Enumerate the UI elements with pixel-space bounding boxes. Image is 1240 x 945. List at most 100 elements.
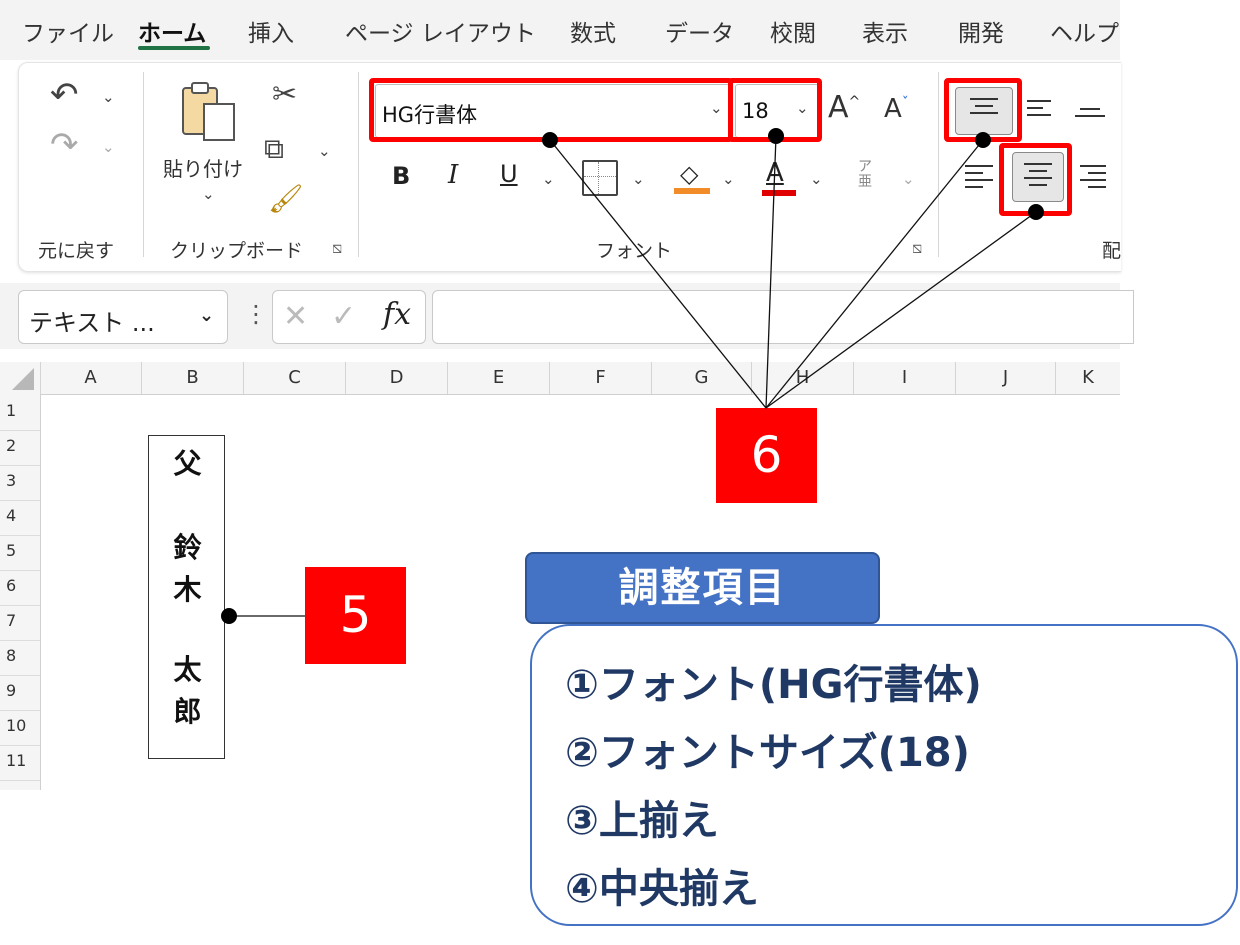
- paste-label[interactable]: 貼り付け: [163, 153, 243, 182]
- shrink-font-letter: A: [884, 94, 902, 124]
- fill-color-icon[interactable]: ◇: [674, 160, 710, 196]
- cut-icon[interactable]: ✂: [272, 80, 297, 110]
- callout-badge-5: 5: [305, 567, 406, 664]
- insert-function-button[interactable]: fx: [383, 297, 411, 332]
- format-painter-icon[interactable]: 🖌: [268, 185, 304, 213]
- name-card-char: 太: [173, 653, 202, 686]
- column-header-d[interactable]: D: [346, 362, 448, 394]
- grow-font-icon[interactable]: A^: [828, 90, 860, 125]
- copy-dropdown-icon[interactable]: ⌄: [318, 142, 331, 160]
- adjustment-item-font: ①フォント(HG行書体): [565, 662, 982, 708]
- column-header-a[interactable]: A: [40, 362, 142, 394]
- formula-input[interactable]: [432, 290, 1134, 344]
- adjustment-title: 調整項目: [525, 552, 880, 624]
- active-tab-indicator: [138, 46, 210, 50]
- tab-review[interactable]: 校閲: [770, 14, 816, 48]
- name-box[interactable]: テキスト ... ⌄: [18, 290, 228, 344]
- cancel-icon[interactable]: ✕: [283, 299, 308, 334]
- undo-group-label: 元に戻す: [38, 240, 115, 262]
- group-divider: [938, 72, 939, 257]
- name-card-char: 鈴: [173, 531, 202, 564]
- align-bottom-icon[interactable]: [1075, 108, 1105, 122]
- row-header-1[interactable]: 1: [0, 396, 40, 431]
- row-header-3[interactable]: 3: [0, 466, 40, 501]
- column-header-j[interactable]: J: [956, 362, 1056, 394]
- align-center-highlight: [999, 143, 1072, 216]
- more-options-icon[interactable]: ⋮: [244, 300, 268, 328]
- tab-file[interactable]: ファイル: [22, 14, 114, 48]
- adjustment-item-center-align: ④中央揃え: [565, 866, 759, 912]
- row-header-9[interactable]: 9: [0, 676, 40, 711]
- redo-icon[interactable]: ↷: [50, 128, 79, 162]
- tab-insert[interactable]: 挿入: [248, 14, 294, 48]
- phonetic-guide-icon[interactable]: ア亜: [858, 160, 876, 190]
- copy-icon[interactable]: ⧉: [264, 135, 284, 163]
- underline-dropdown-icon[interactable]: ⌄: [542, 170, 555, 188]
- tab-developer[interactable]: 開発: [958, 14, 1004, 48]
- row-header-4[interactable]: 4: [0, 501, 40, 536]
- fill-color-dropdown-icon[interactable]: ⌄: [722, 170, 735, 188]
- font-color-icon[interactable]: A: [762, 158, 796, 198]
- row-header-6[interactable]: 6: [0, 571, 40, 606]
- font-color-dropdown-icon[interactable]: ⌄: [810, 170, 823, 188]
- shrink-font-icon[interactable]: Aˇ: [884, 94, 909, 124]
- row-header-11[interactable]: 11: [0, 746, 40, 781]
- tab-data[interactable]: データ: [665, 14, 734, 48]
- font-color-letter: A: [766, 158, 784, 188]
- select-all-corner[interactable]: [0, 362, 41, 394]
- paste-icon[interactable]: [180, 80, 235, 141]
- grow-font-letter: A: [828, 90, 849, 125]
- clipboard-group-label: クリップボード: [170, 240, 304, 262]
- formula-buttons: ✕ ✓ fx: [272, 290, 426, 344]
- tab-home[interactable]: ホーム: [138, 14, 206, 48]
- row-header-8[interactable]: 8: [0, 641, 40, 676]
- callout-badge-6: 6: [716, 408, 817, 503]
- clipboard-launcher-icon[interactable]: ⧅: [332, 238, 342, 258]
- align-right-icon[interactable]: [1080, 165, 1106, 193]
- borders-icon[interactable]: [582, 160, 618, 196]
- borders-dropdown-icon[interactable]: ⌄: [632, 170, 645, 188]
- tab-page-layout[interactable]: ページ レイアウト: [345, 14, 536, 48]
- paste-dropdown-icon[interactable]: ⌄: [202, 185, 215, 203]
- column-header-g[interactable]: G: [652, 362, 752, 394]
- column-header-i[interactable]: I: [854, 362, 956, 394]
- chevron-down-icon[interactable]: ⌄: [199, 305, 214, 326]
- name-card-char: 父: [173, 447, 202, 480]
- menu-bar: ファイル ホーム 挿入 ページ レイアウト 数式 データ 校閲 表示 開発 ヘル…: [0, 0, 1120, 60]
- align-top-highlight: [944, 78, 1022, 142]
- name-card-char: 木: [173, 573, 202, 606]
- enter-icon[interactable]: ✓: [331, 299, 356, 334]
- tab-help[interactable]: ヘルプ: [1050, 14, 1119, 48]
- adjustment-item-top-align: ③上揃え: [565, 798, 719, 844]
- redo-dropdown-icon[interactable]: ⌄: [102, 138, 115, 156]
- italic-button[interactable]: I: [448, 160, 458, 190]
- undo-dropdown-icon[interactable]: ⌄: [102, 88, 115, 106]
- name-box-value: テキスト ...: [29, 309, 155, 337]
- tab-formulas[interactable]: 数式: [570, 14, 616, 48]
- row-header-2[interactable]: 2: [0, 431, 40, 466]
- align-left-icon[interactable]: [965, 165, 993, 193]
- row-header-10[interactable]: 10: [0, 711, 40, 746]
- column-header-h[interactable]: H: [752, 362, 854, 394]
- row-header-7[interactable]: 7: [0, 606, 40, 641]
- row-header-5[interactable]: 5: [0, 536, 40, 571]
- phonetic-dropdown-icon[interactable]: ⌄: [902, 170, 915, 188]
- bold-button[interactable]: B: [392, 162, 410, 190]
- underline-button[interactable]: U: [500, 160, 518, 188]
- name-card-textbox[interactable]: 父 鈴 木 太 郎: [148, 435, 225, 759]
- column-header-c[interactable]: C: [244, 362, 346, 394]
- font-launcher-icon[interactable]: ⧅: [912, 238, 922, 258]
- undo-icon[interactable]: ↶: [50, 78, 79, 112]
- name-card-char: 郎: [173, 695, 202, 728]
- adjustment-item-font-size: ②フォントサイズ(18): [565, 730, 970, 776]
- alignment-group-label: 配: [1102, 240, 1122, 262]
- font-name-highlight: [369, 78, 733, 142]
- column-header-e[interactable]: E: [448, 362, 550, 394]
- tab-view[interactable]: 表示: [862, 14, 908, 48]
- font-group-label: フォント: [596, 240, 673, 262]
- column-header-f[interactable]: F: [550, 362, 652, 394]
- group-divider: [358, 72, 359, 257]
- align-middle-icon[interactable]: [1027, 100, 1051, 121]
- column-header-k[interactable]: K: [1056, 362, 1120, 394]
- column-header-b[interactable]: B: [142, 362, 244, 394]
